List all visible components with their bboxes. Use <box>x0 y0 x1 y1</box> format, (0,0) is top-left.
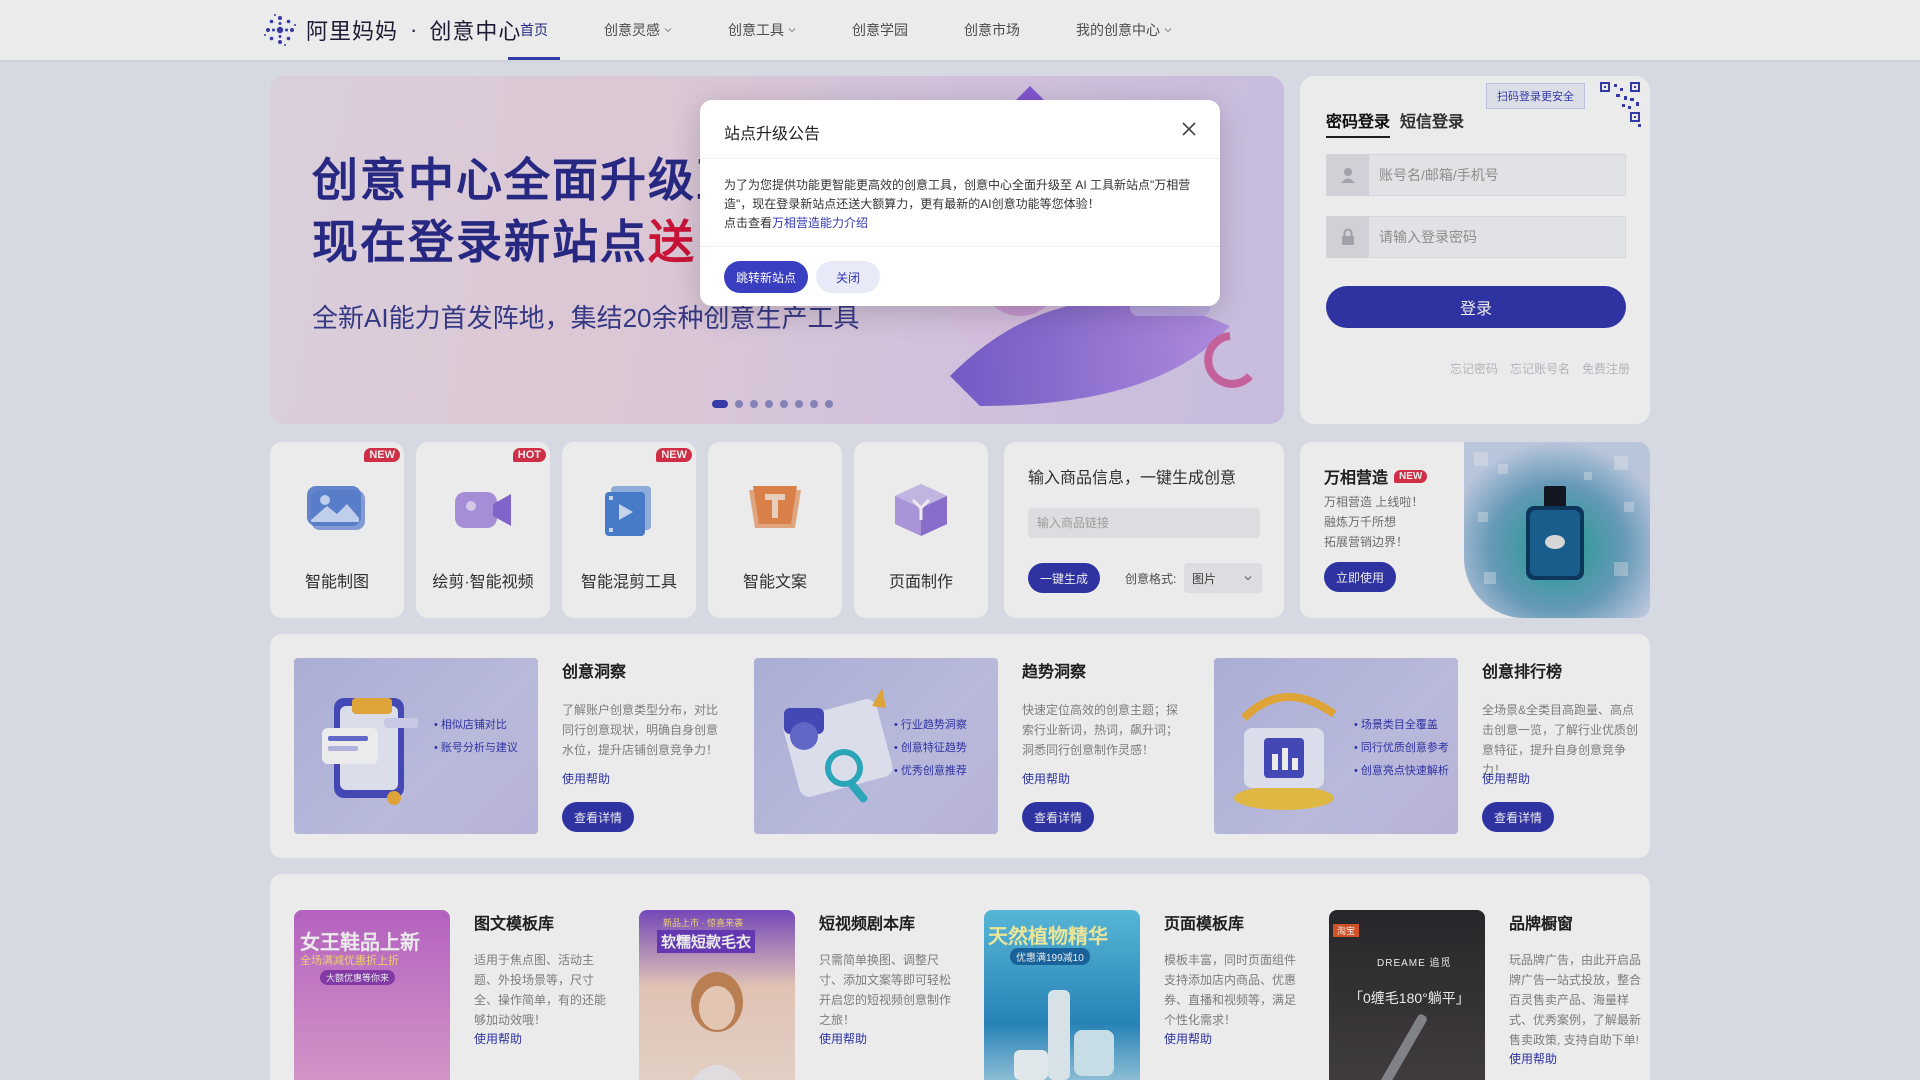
dialog-title: 站点升级公告 <box>724 126 821 143</box>
go-new-site-button[interactable]: 跳转新站点 <box>724 261 808 293</box>
dialog-body: 为了为您提供功能更智能更高效的创意工具，创意中心全面升级至 AI 工具新站点"万… <box>724 176 1198 233</box>
upgrade-notice-dialog: 站点升级公告 为了为您提供功能更智能更高效的创意工具，创意中心全面升级至 AI … <box>700 100 1220 306</box>
divider <box>700 158 1220 159</box>
dialog-message: 为了为您提供功能更智能更高效的创意工具，创意中心全面升级至 AI 工具新站点"万… <box>724 178 1191 211</box>
wanxiang-intro-link[interactable]: 万相营造能力介绍 <box>772 216 868 230</box>
divider <box>700 246 1220 247</box>
close-icon[interactable] <box>1180 120 1198 138</box>
dialog-link-line: 点击查看万相营造能力介绍 <box>724 214 1198 233</box>
close-button[interactable]: 关闭 <box>816 261 880 293</box>
dialog-link-prefix: 点击查看 <box>724 216 773 230</box>
